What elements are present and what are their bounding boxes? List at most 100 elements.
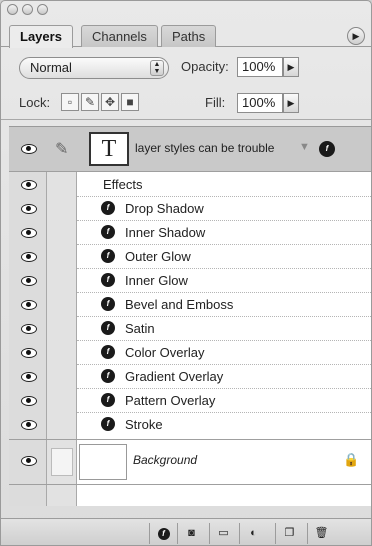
effects-row[interactable]: Effects (9, 173, 371, 197)
new-layer-icon: ❐ (284, 527, 295, 539)
opacity-value: 100% (242, 59, 276, 74)
eye-icon[interactable] (21, 276, 37, 286)
expand-triangle-icon[interactable]: ▼ (299, 141, 310, 153)
opacity-slider-button[interactable]: ▶ (283, 57, 299, 77)
eye-icon[interactable] (21, 252, 37, 262)
eye-icon[interactable] (21, 228, 37, 238)
effect-row-bevel-emboss[interactable]: f Bevel and Emboss (9, 293, 371, 317)
eye-icon[interactable] (21, 396, 37, 406)
lock-icon: 🔒 (343, 452, 360, 467)
effect-label: Outer Glow (125, 249, 191, 264)
fx-icon: f (101, 321, 115, 335)
background-thumbnail[interactable] (79, 444, 127, 480)
opacity-label: Opacity: (181, 59, 229, 74)
stepper-icon: ▲ ▼ (150, 60, 164, 76)
eye-icon[interactable] (21, 324, 37, 334)
effect-row-inner-glow[interactable]: f Inner Glow (9, 269, 371, 293)
effect-label: Drop Shadow (125, 201, 204, 216)
new-layer-button[interactable]: ❐ (275, 523, 303, 544)
lock-label: Lock: (19, 95, 51, 110)
zoom-window-icon[interactable] (37, 4, 48, 15)
delete-layer-button[interactable]: 🗑 (307, 523, 335, 544)
effect-row-color-overlay[interactable]: f Color Overlay (9, 341, 371, 365)
effect-label: Color Overlay (125, 345, 205, 360)
brush-icon: ✎ (55, 141, 69, 158)
fx-icon: f (101, 417, 115, 431)
fx-icon: f (101, 249, 115, 263)
mask-icon: ◙ (188, 527, 195, 539)
opacity-field[interactable]: 100% (237, 57, 283, 77)
fill-field[interactable]: 100% (237, 93, 283, 113)
fx-icon: f (101, 273, 115, 287)
effect-item: f Inner Glow (77, 269, 371, 293)
title-bar (1, 1, 371, 19)
panel-tabs: Layers Channels Paths ▶ (1, 21, 371, 48)
new-group-button[interactable]: ▭ (209, 523, 237, 544)
close-window-icon[interactable] (7, 4, 18, 15)
lock-image-pixels-icon[interactable]: ✎ (81, 93, 99, 111)
tab-paths[interactable]: Paths (161, 25, 217, 47)
eye-icon[interactable] (21, 372, 37, 382)
blend-mode-select[interactable]: Normal ▲ ▼ (19, 57, 169, 79)
lock-all-icon[interactable]: ■ (121, 93, 139, 111)
fill-slider-button[interactable]: ▶ (283, 93, 299, 113)
panel-menu-icon[interactable]: ▶ (347, 27, 365, 45)
fx-icon: f (101, 369, 115, 383)
tab-channels[interactable]: Channels (81, 25, 158, 47)
eye-icon[interactable] (21, 348, 37, 358)
effect-item: f Outer Glow (77, 245, 371, 269)
fx-icon: f (101, 345, 115, 359)
fx-icon: f (101, 297, 115, 311)
eye-icon[interactable] (21, 300, 37, 310)
effect-row-outer-glow[interactable]: f Outer Glow (9, 245, 371, 269)
eye-icon[interactable] (21, 144, 37, 154)
blend-mode-value: Normal (30, 60, 72, 75)
lock-position-icon[interactable]: ✥ (101, 93, 119, 111)
link-box[interactable] (51, 448, 73, 476)
effect-row-pattern-overlay[interactable]: f Pattern Overlay (9, 389, 371, 413)
effect-row-inner-shadow[interactable]: f Inner Shadow (9, 221, 371, 245)
eye-icon[interactable] (21, 204, 37, 214)
layer-style-button[interactable]: f (149, 523, 177, 544)
tab-layers[interactable]: Layers (9, 25, 73, 48)
fx-icon: f (101, 393, 115, 407)
fx-icon: f (157, 528, 170, 540)
divider (1, 119, 371, 120)
layer-thumbnail[interactable]: T (89, 132, 129, 166)
layer-name[interactable]: layer styles can be trouble (135, 141, 274, 155)
lock-transparency-icon[interactable]: ▫ (61, 93, 79, 111)
effect-row-stroke[interactable]: f Stroke (9, 413, 371, 437)
eye-icon[interactable] (21, 456, 37, 466)
fx-icon: f (101, 201, 115, 215)
effect-row-satin[interactable]: f Satin (9, 317, 371, 341)
layer-row-type[interactable]: ✎ T layer styles can be trouble ▼ f (9, 127, 371, 172)
effect-row-gradient-overlay[interactable]: f Gradient Overlay (9, 365, 371, 389)
layers-toolbar: f ◙ ▭ ◐ ❐ 🗑 (1, 518, 371, 545)
effect-item: f Color Overlay (77, 341, 371, 365)
eye-icon[interactable] (21, 420, 37, 430)
effect-item: f Bevel and Emboss (77, 293, 371, 317)
effect-label: Gradient Overlay (125, 369, 224, 384)
effect-label: Bevel and Emboss (125, 297, 234, 312)
effect-label: Pattern Overlay (125, 393, 216, 408)
layer-row-background[interactable]: Background 🔒 (9, 439, 371, 485)
effect-label: Satin (125, 321, 155, 336)
effect-item: f Inner Shadow (77, 221, 371, 245)
layers-list[interactable]: ✎ T layer styles can be trouble ▼ f Effe… (9, 126, 371, 506)
trash-icon: 🗑 (314, 527, 329, 539)
adjustment-icon: ◐ (250, 527, 257, 539)
effects-label: Effects (103, 177, 143, 192)
minimize-window-icon[interactable] (22, 4, 33, 15)
layers-panel: Layers Channels Paths ▶ Normal ▲ ▼ Opacit… (0, 0, 372, 546)
fx-icon[interactable]: f (319, 141, 335, 157)
folder-icon: ▭ (218, 527, 229, 539)
effect-item: f Stroke (77, 413, 371, 437)
tab-paths-label: Paths (172, 29, 206, 44)
effects-header: Effects (77, 173, 371, 197)
add-mask-button[interactable]: ◙ (177, 523, 205, 544)
background-layer-name[interactable]: Background (133, 453, 197, 467)
tab-layers-label: Layers (20, 29, 62, 44)
adjustment-layer-button[interactable]: ◐ (239, 523, 267, 544)
effect-row-drop-shadow[interactable]: f Drop Shadow (9, 197, 371, 221)
eye-icon[interactable] (21, 180, 37, 190)
